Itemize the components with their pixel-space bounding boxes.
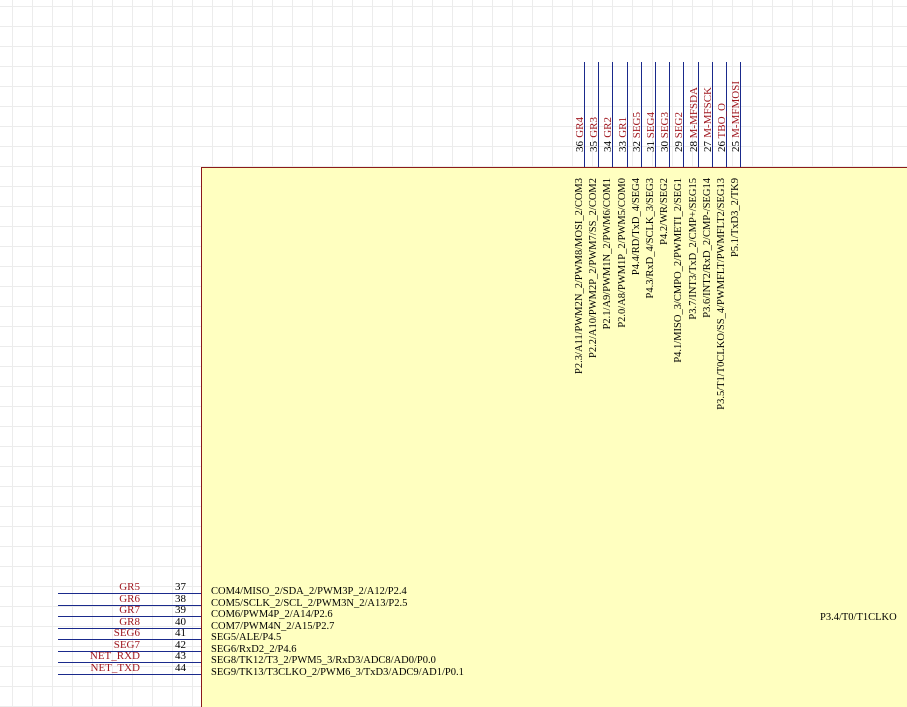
pin-function-label: P3.5/T1/T0CLKO/SS_4/PWMFLT/PWMFLT2/SEG13 (716, 178, 727, 410)
pin-number: 32 (631, 141, 643, 152)
pin-function-label: P3.7/INT3/TxD_2/CMP+/SEG15 (688, 178, 699, 320)
pin-net-label: GR3 (588, 117, 600, 138)
pin-net-label: GR7 (119, 604, 140, 616)
pin-function-label: SEG5/ALE/P4.5 (211, 632, 282, 643)
pin-function-label: P5.1/TxD3_2/TK9 (730, 178, 741, 258)
pin-function-label: SEG9/TK13/T3CLKO_2/PWM6_3/TxD3/ADC9/AD1/… (211, 667, 464, 678)
pin-function-label: P2.3/A11/PWM2N_2/PWM8/MOSI_2/COM3 (574, 178, 585, 374)
pin-number: 36 (574, 141, 586, 152)
pin-function-label: P2.2/A10/PWM2P_2/PWM7/SS_2/COM2 (588, 178, 599, 358)
pin-number: 30 (659, 141, 671, 152)
pin-net-label: GR4 (574, 117, 586, 138)
pin-number: 39 (175, 604, 186, 616)
pin-net-label: M-MFSDA (688, 86, 700, 138)
pin-net-label: SEG5 (631, 111, 643, 138)
pin-net-label: GR5 (119, 581, 140, 593)
pin-number: 27 (702, 141, 714, 152)
pin-function-label: P3.6/INT2/RxD_2/CMP-/SEG14 (702, 178, 713, 318)
pin-number: 31 (645, 141, 657, 152)
pin-number: 44 (175, 662, 186, 674)
pin-line-left[interactable] (58, 674, 201, 675)
pin-function-label: P2.0/A8/PWM1P_2/PWM5/COM0 (617, 178, 628, 328)
pin-number: 29 (673, 141, 685, 152)
pin-number: 41 (175, 627, 186, 639)
pin-function-label: P4.2/WR/SEG2 (659, 178, 670, 245)
pin-function-label: COM5/SCLK_2/SCL_2/PWM3N_2/A13/P2.5 (211, 598, 408, 609)
pin-net-label: M-MFSCK (702, 87, 714, 138)
pin-net-label: GR1 (617, 117, 629, 138)
pin-function-label: SEG8/TK12/T3_2/PWM5_3/RxD3/ADC8/AD0/P0.0 (211, 655, 436, 666)
pin-function-label: P4.4/RD/TxD_4/SEG4 (631, 178, 642, 276)
pin-function-label: SEG6/RxD2_2/P4.6 (211, 644, 297, 655)
pin-function-label: P4.1/MISO_3/CMPO_2/PWMETI_2/SEG1 (673, 178, 684, 363)
right-pin-function-label: P3.4/T0/T1CLKO (820, 612, 897, 623)
pin-net-label: NET_TXD (90, 662, 141, 674)
pin-net-label: M-MFMOSI (730, 81, 742, 138)
pin-number: 43 (175, 650, 186, 662)
pin-number: 28 (688, 141, 700, 152)
pin-function-label: COM4/MISO_2/SDA_2/PWM3P_2/A12/P2.4 (211, 586, 407, 597)
pin-function-label: COM6/PWM4P_2/A14/P2.6 (211, 609, 333, 620)
pin-net-label: SEG2 (673, 111, 685, 138)
pin-net-label: SEG4 (645, 111, 657, 138)
pin-number: 26 (716, 141, 728, 152)
pin-function-label: P4.3/RxD_4/SCLK_3/SEG3 (645, 178, 656, 299)
pin-net-label: TBO_O (716, 102, 728, 138)
pin-number: 25 (730, 141, 742, 152)
pin-net-label: SEG6 (113, 627, 140, 639)
pin-number: 37 (175, 581, 186, 593)
pin-number: 33 (617, 141, 629, 152)
pin-function-label: COM7/PWM4N_2/A15/P2.7 (211, 621, 335, 632)
pin-number: 35 (588, 141, 600, 152)
pin-net-label: NET_RXD (89, 650, 140, 662)
pin-net-label: SEG3 (659, 111, 671, 138)
pin-net-label: GR2 (602, 117, 614, 138)
schematic-sheet: GR4 36 P2.3/A11/PWM2N_2/PWM8/MOSI_2/COM3 GR… (0, 0, 907, 707)
pin-function-label: P2.1/A9/PWM1N_2/PWM6/COM1 (602, 178, 613, 330)
pin-number: 34 (602, 141, 614, 152)
